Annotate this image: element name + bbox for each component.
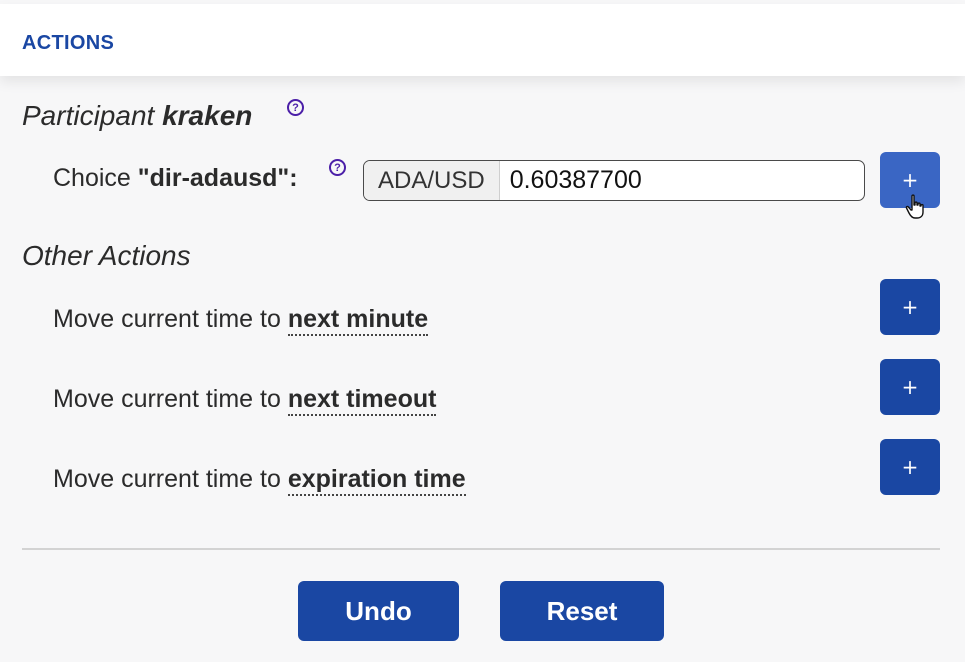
choice-prefix: Choice — [53, 164, 131, 192]
action-target: next timeout — [287, 385, 437, 416]
participant-prefix: Participant — [22, 100, 155, 131]
plus-icon: + — [901, 375, 919, 399]
panel-title: ACTIONS — [22, 32, 115, 54]
action-row-next-minute: Move current time to next minute — [53, 305, 429, 336]
action-row-expiration-time: Move current time to expiration time — [53, 465, 466, 496]
help-icon[interactable]: ? — [287, 99, 304, 116]
action-target: next minute — [287, 305, 429, 336]
help-icon[interactable]: ? — [329, 159, 346, 176]
plus-icon: + — [901, 455, 919, 479]
choice-value[interactable]: 0.60387700 — [500, 161, 642, 200]
action-text: Move current time to — [53, 385, 281, 413]
participant-name: kraken — [162, 100, 253, 131]
currency-pair-prefix: ADA/USD — [364, 161, 500, 200]
reset-button[interactable]: Reset — [500, 581, 664, 641]
divider — [22, 548, 940, 550]
other-actions-title: Other Actions — [22, 240, 191, 271]
plus-icon: + — [901, 295, 919, 319]
choice-name: "dir-adausd": — [137, 164, 298, 192]
hand-cursor-icon — [905, 194, 924, 219]
action-text: Move current time to — [53, 305, 281, 333]
plus-icon: + — [901, 168, 919, 192]
participant-heading: Participant kraken — [22, 100, 252, 132]
choice-value-input[interactable]: ADA/USD 0.60387700 — [363, 160, 865, 201]
undo-button[interactable]: Undo — [298, 581, 459, 641]
choice-label: Choice "dir-adausd": — [53, 164, 298, 193]
action-target: expiration time — [287, 465, 466, 496]
move-next-timeout-button[interactable]: + — [880, 359, 940, 415]
action-row-next-timeout: Move current time to next timeout — [53, 385, 437, 416]
move-next-minute-button[interactable]: + — [880, 279, 940, 335]
panel-header: ACTIONS — [0, 4, 965, 76]
action-text: Move current time to — [53, 465, 281, 493]
move-expiration-time-button[interactable]: + — [880, 439, 940, 495]
